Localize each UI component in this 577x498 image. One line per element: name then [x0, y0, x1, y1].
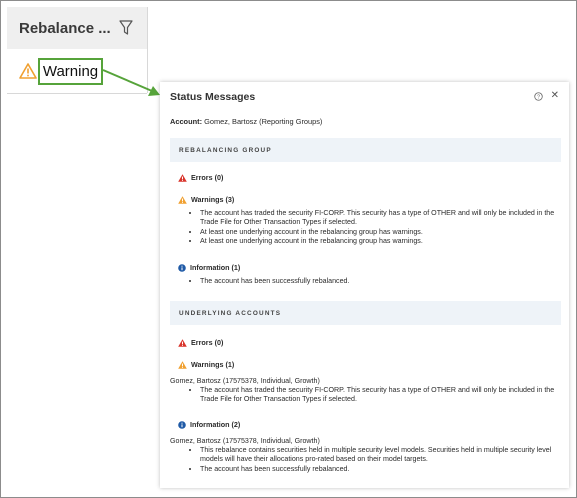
- section-label: REBALANCING GROUP: [179, 146, 272, 154]
- warning-triangle-icon: [178, 360, 187, 369]
- warning-status-link[interactable]: Warning: [38, 58, 103, 85]
- info-circle-icon: [178, 420, 186, 429]
- warning-list: The account has traded the security FI-C…: [178, 386, 558, 405]
- error-triangle-icon: [178, 338, 187, 347]
- warnings-heading: Warnings (3): [191, 195, 235, 204]
- column-header-title: Rebalance ...: [19, 19, 111, 37]
- rg-warnings: Warnings (3) The account has traded the …: [178, 195, 558, 247]
- warnings-heading: Warnings (1): [191, 360, 235, 369]
- callout-arrow: [102, 69, 160, 96]
- ua-information: Information (2) Gomez, Bartosz (17575378…: [170, 420, 558, 474]
- list-item: The account has traded the security FI-C…: [200, 386, 558, 405]
- errors-heading: Errors (0): [191, 338, 224, 347]
- information-list: This rebalance contains securities held …: [178, 446, 558, 474]
- ua-errors: Errors (0): [178, 338, 558, 347]
- account-label: Account:: [170, 117, 203, 126]
- list-item: The account has traded the security FI-C…: [200, 209, 558, 228]
- section-rebalancing-group: REBALANCING GROUP: [170, 138, 561, 162]
- error-triangle-icon: [178, 173, 187, 182]
- information-heading: Information (1): [190, 263, 241, 272]
- status-messages-panel: Status Messages ? ✕ Account: Gomez, Bart…: [160, 82, 569, 488]
- close-icon[interactable]: ✕: [551, 91, 559, 101]
- filter-icon[interactable]: [119, 20, 133, 36]
- list-item: At least one underlying account in the r…: [200, 237, 558, 246]
- list-item: At least one underlying account in the r…: [200, 228, 558, 237]
- account-name: Gomez, Bartosz (17575378, Individual, Gr…: [170, 377, 320, 385]
- info-circle-icon: [178, 263, 186, 272]
- account-value: Gomez, Bartosz (Reporting Groups): [204, 117, 323, 126]
- rg-information: Information (1) The account has been suc…: [178, 263, 558, 286]
- errors-heading: Errors (0): [191, 173, 224, 182]
- list-item: This rebalance contains securities held …: [200, 446, 558, 465]
- help-icon[interactable]: ?: [534, 92, 543, 101]
- svg-text:?: ?: [537, 95, 540, 101]
- warning-status-text: Warning: [42, 63, 99, 80]
- rg-errors: Errors (0): [178, 173, 558, 182]
- ua-warnings: Warnings (1) Gomez, Bartosz (17575378, I…: [170, 360, 558, 405]
- list-item: The account has been successfully rebala…: [200, 465, 558, 474]
- column-header-rebalance[interactable]: Rebalance ...: [7, 7, 147, 49]
- list-item: The account has been successfully rebala…: [200, 277, 558, 286]
- section-underlying-accounts: UNDERLYING ACCOUNTS: [170, 301, 561, 325]
- panel-title: Status Messages: [170, 91, 256, 103]
- information-list: The account has been successfully rebala…: [178, 277, 558, 286]
- information-heading: Information (2): [190, 420, 241, 429]
- account-name: Gomez, Bartosz (17575378, Individual, Gr…: [170, 437, 320, 445]
- account-line: Account: Gomez, Bartosz (Reporting Group…: [170, 117, 322, 126]
- warning-list: The account has traded the security FI-C…: [178, 209, 558, 247]
- section-label: UNDERLYING ACCOUNTS: [179, 309, 282, 317]
- warning-triangle-icon: [19, 63, 37, 79]
- warning-triangle-icon: [178, 195, 187, 204]
